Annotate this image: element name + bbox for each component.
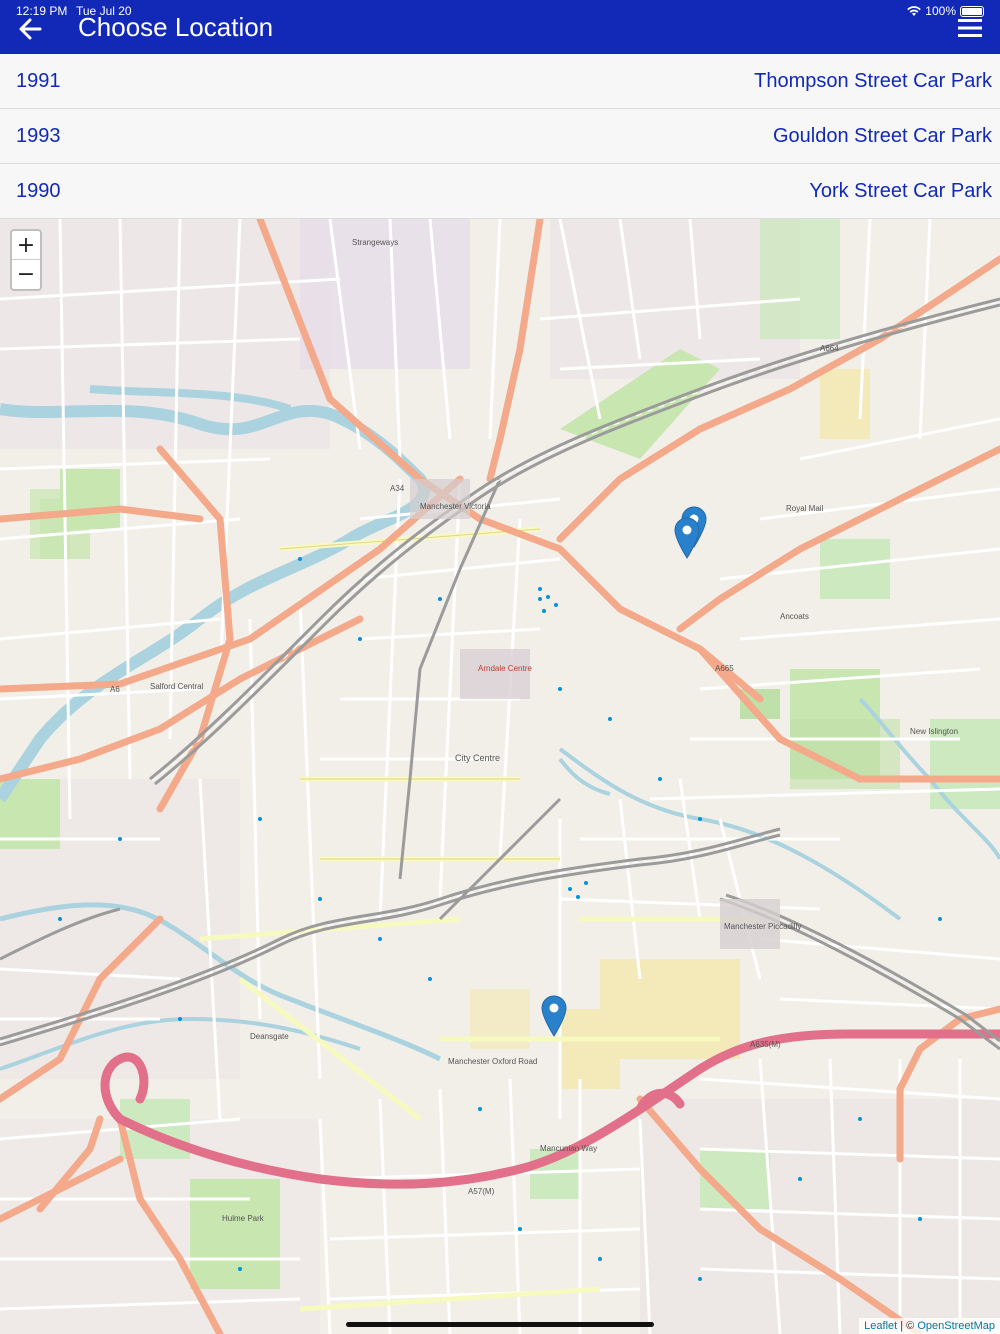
- battery-icon: [960, 5, 984, 17]
- menu-button[interactable]: [956, 16, 984, 40]
- map-view[interactable]: Strangeways Manchester Victoria Arndale …: [0, 219, 1000, 1334]
- map-marker-icon[interactable]: [541, 995, 567, 1037]
- svg-text:Manchester Victoria: Manchester Victoria: [420, 502, 491, 511]
- map-tiles[interactable]: Strangeways Manchester Victoria Arndale …: [0, 219, 1000, 1334]
- location-list: 1991 Thompson Street Car Park 1993 Gould…: [0, 54, 1000, 219]
- hamburger-menu-icon: [958, 19, 982, 37]
- svg-text:A635(M): A635(M): [750, 1040, 781, 1049]
- svg-text:Royal Mail: Royal Mail: [786, 504, 824, 513]
- svg-text:City Centre: City Centre: [455, 753, 500, 763]
- zoom-out-button[interactable]: −: [12, 260, 40, 289]
- wifi-icon: [907, 5, 922, 16]
- location-name: Gouldon Street Car Park: [773, 124, 992, 147]
- svg-text:A57(M): A57(M): [468, 1187, 495, 1196]
- location-code: 1993: [16, 124, 61, 147]
- page-title: Choose Location: [78, 12, 274, 42]
- location-row[interactable]: 1993 Gouldon Street Car Park: [0, 109, 1000, 164]
- leaflet-link[interactable]: Leaflet: [864, 1320, 897, 1332]
- home-indicator: [346, 1322, 654, 1327]
- attribution-separator: | ©: [897, 1320, 918, 1332]
- svg-text:Manchester Piccadilly: Manchester Piccadilly: [724, 922, 801, 931]
- location-code: 1991: [16, 69, 61, 92]
- svg-text:A6: A6: [110, 685, 120, 694]
- battery-percent: 100%: [925, 4, 956, 18]
- svg-text:Mancunian Way: Mancunian Way: [540, 1144, 597, 1153]
- svg-text:Ancoats: Ancoats: [780, 612, 809, 621]
- location-code: 1990: [16, 179, 61, 202]
- map-marker-icon[interactable]: [674, 517, 700, 559]
- svg-text:Arndale Centre: Arndale Centre: [478, 664, 532, 673]
- location-name: Thompson Street Car Park: [754, 69, 992, 92]
- openstreetmap-link[interactable]: OpenStreetMap: [917, 1320, 995, 1332]
- location-row[interactable]: 1991 Thompson Street Car Park: [0, 54, 1000, 109]
- svg-text:A34: A34: [390, 484, 405, 493]
- svg-text:A665: A665: [715, 664, 734, 673]
- location-name: York Street Car Park: [809, 179, 992, 202]
- zoom-in-button[interactable]: +: [12, 231, 40, 260]
- zoom-control: + −: [10, 229, 42, 291]
- map-attribution: Leaflet | © OpenStreetMap: [859, 1318, 1000, 1334]
- app-header: 12:19 PM Tue Jul 20 100% Choose Location: [0, 0, 1000, 54]
- arrow-left-icon: [19, 18, 42, 40]
- back-button[interactable]: [16, 14, 46, 44]
- location-row[interactable]: 1990 York Street Car Park: [0, 164, 1000, 219]
- svg-text:A664: A664: [820, 344, 839, 353]
- svg-text:Manchester Oxford Road: Manchester Oxford Road: [448, 1057, 537, 1066]
- svg-text:Hulme Park: Hulme Park: [222, 1214, 265, 1223]
- svg-text:Deansgate: Deansgate: [250, 1032, 289, 1041]
- svg-text:New Islington: New Islington: [910, 727, 958, 736]
- svg-text:Salford Central: Salford Central: [150, 682, 204, 691]
- svg-text:Strangeways: Strangeways: [352, 238, 398, 247]
